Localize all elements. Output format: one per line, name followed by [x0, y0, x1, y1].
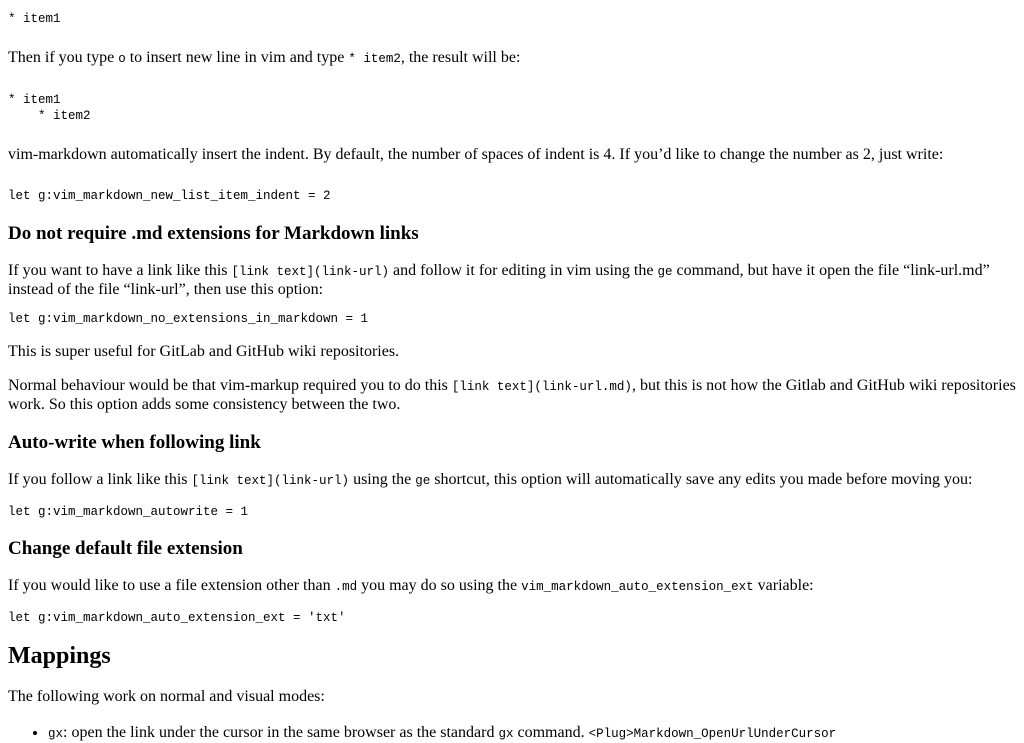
inline-code: .md: [334, 580, 358, 594]
heading-no-extensions: Do not require .md extensions for Markdo…: [8, 223, 419, 244]
paragraph-modes: The following work on normal and visual …: [8, 688, 325, 705]
inline-code: [link text](link-url): [191, 474, 350, 488]
paragraph-link: If you want to have a link like this [li…: [8, 262, 990, 298]
paragraph-indent: vim-markdown automatically insert the in…: [8, 146, 944, 163]
markdown-document: * item1 Then if you type o to insert new…: [0, 0, 1024, 743]
inline-code: [link text](link-url.md): [451, 380, 632, 394]
heading-file-extension: Change default file extension: [8, 538, 243, 559]
mappings-list: gx: open the link under the cursor in th…: [8, 724, 1016, 743]
inline-code: ge: [657, 265, 673, 279]
inline-code: <Plug>Markdown_OpenUrlUnderCursor: [588, 727, 837, 741]
code-block-item1: * item1: [8, 12, 61, 26]
heading-autowrite: Auto-write when following link: [8, 432, 261, 453]
paragraph-follow-link: If you follow a link like this [link tex…: [8, 471, 973, 488]
inline-code: gx: [498, 727, 514, 741]
list-item: gx: open the link under the cursor in th…: [48, 724, 1016, 743]
paragraph-normal-behaviour: Normal behaviour would be that vim-marku…: [8, 377, 1016, 413]
paragraph-useful: This is super useful for GitLab and GitH…: [8, 343, 400, 360]
code-block-no-extensions: let g:vim_markdown_no_extensions_in_mark…: [8, 312, 369, 326]
code-block-items: * item1 * item2: [8, 93, 91, 123]
paragraph-file-extension: If you would like to use a file extensio…: [8, 577, 814, 594]
inline-code: vim_markdown_auto_extension_ext: [521, 580, 754, 594]
inline-code: gx: [48, 727, 64, 741]
inline-code: o: [118, 52, 126, 66]
code-block-file-extension: let g:vim_markdown_auto_extension_ext = …: [8, 611, 346, 625]
paragraph-type-item: Then if you type o to insert new line in…: [8, 49, 521, 66]
code-block-autowrite: let g:vim_markdown_autowrite = 1: [8, 505, 249, 519]
heading-mappings: Mappings: [8, 643, 111, 669]
code-block-indent: let g:vim_markdown_new_list_item_indent …: [8, 189, 331, 203]
inline-code: * item2: [348, 52, 401, 66]
inline-code: ge: [415, 474, 431, 488]
inline-code: [link text](link-url): [231, 265, 390, 279]
